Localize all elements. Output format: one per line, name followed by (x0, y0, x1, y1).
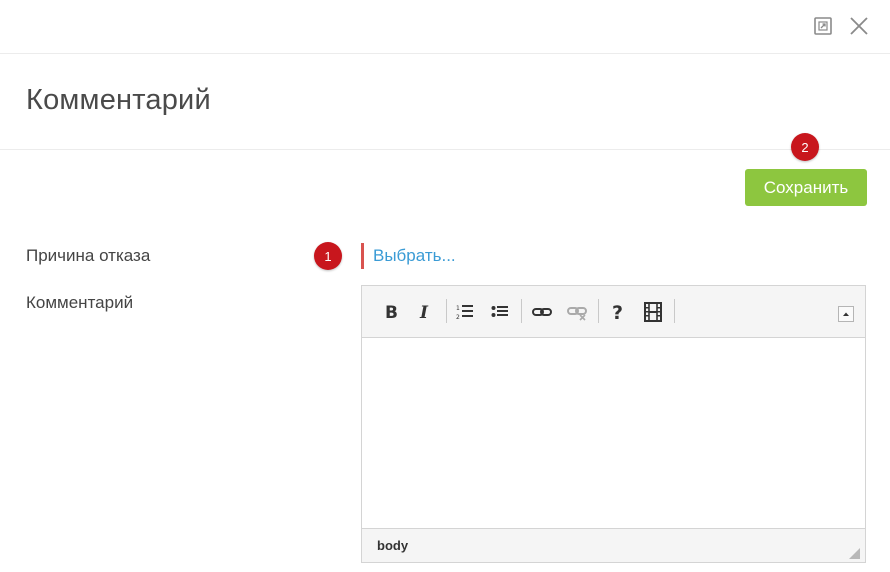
svg-text:2: 2 (456, 314, 460, 321)
link-icon[interactable] (529, 299, 555, 325)
help-icon[interactable]: ? (605, 299, 631, 325)
toolbar-separator (598, 299, 599, 323)
reason-select[interactable]: Выбрать... (361, 243, 456, 269)
dialog-topbar (0, 0, 890, 54)
collapse-toolbar-icon[interactable] (838, 306, 854, 322)
comment-dialog: Комментарий 2 Сохранить Причина отказа 1… (0, 0, 890, 572)
italic-icon[interactable]: I (412, 299, 438, 325)
page-title: Комментарий (26, 84, 211, 116)
svg-text:B: B (385, 303, 398, 321)
svg-text:1: 1 (456, 305, 460, 312)
video-icon[interactable] (640, 299, 666, 325)
element-path-body[interactable]: body (377, 538, 408, 553)
editor-toolbar: B I 1 2 ? (362, 286, 865, 338)
comment-editor: B I 1 2 ? body (361, 285, 866, 563)
dialog-header: Комментарий (0, 54, 890, 150)
ordered-list-icon[interactable]: 1 2 (452, 299, 478, 325)
close-icon[interactable] (847, 14, 871, 38)
svg-text:?: ? (612, 302, 623, 322)
save-button[interactable]: Сохранить (745, 169, 867, 206)
toolbar-separator (446, 299, 447, 323)
resize-grip-icon[interactable] (849, 546, 860, 559)
comment-edit-area[interactable] (362, 338, 865, 528)
unordered-list-icon[interactable] (487, 299, 513, 325)
unlink-icon[interactable] (564, 299, 590, 325)
step-marker-2: 2 (791, 133, 819, 161)
toolbar-separator (521, 299, 522, 323)
svg-text:I: I (419, 303, 429, 321)
bold-icon[interactable]: B (378, 299, 404, 325)
toolbar-separator (674, 299, 675, 323)
expand-icon[interactable] (812, 15, 834, 37)
editor-statusbar: body (362, 528, 865, 562)
reason-select-link[interactable]: Выбрать... (373, 246, 456, 266)
reason-label: Причина отказа (26, 246, 151, 265)
step-marker-1: 1 (314, 242, 342, 270)
comment-label: Комментарий (26, 293, 134, 312)
